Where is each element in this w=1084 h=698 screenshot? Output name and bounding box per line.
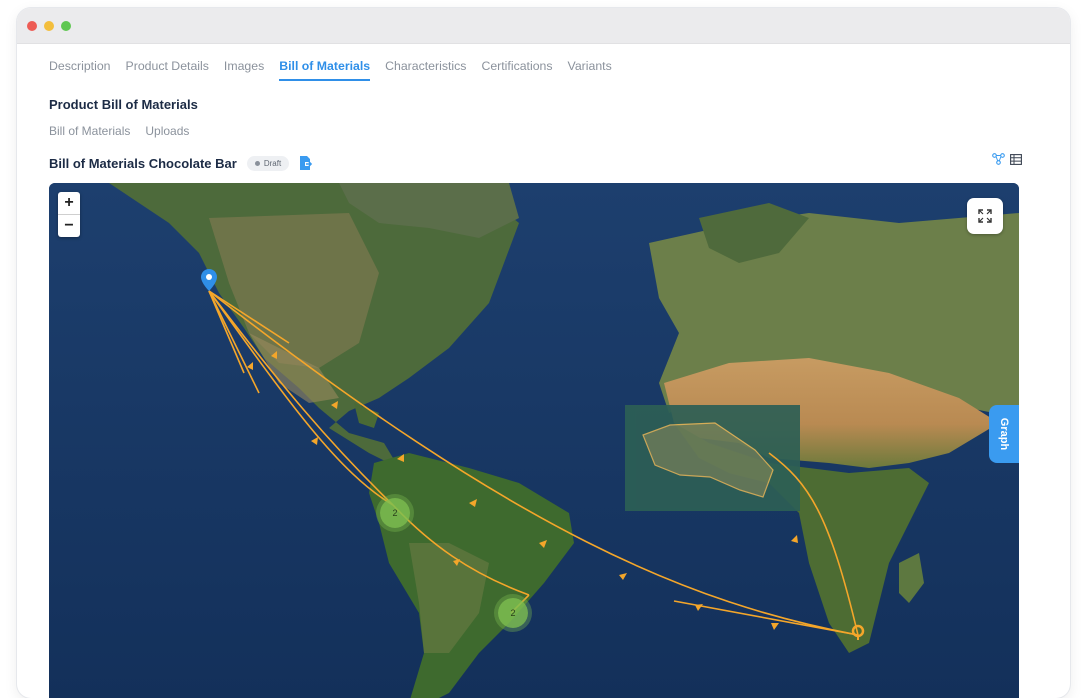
section-title: Product Bill of Materials	[49, 97, 198, 112]
bom-header: Bill of Materials Chocolate Bar Draft	[49, 152, 313, 174]
route-line-3	[673, 600, 859, 636]
route-arrow	[453, 559, 460, 566]
route-arrow	[791, 535, 798, 543]
route-line-5	[208, 290, 394, 506]
zoom-in-button[interactable]: +	[58, 192, 80, 214]
route-line-7	[392, 504, 530, 596]
route-arrow	[271, 351, 277, 359]
origin-marker-icon[interactable]	[201, 269, 217, 291]
close-window-button[interactable]	[27, 20, 37, 31]
tab-product-details[interactable]: Product Details	[126, 59, 209, 81]
status-dot-icon	[254, 160, 260, 166]
route-arrow	[397, 454, 404, 462]
cluster-count: 2	[392, 508, 398, 518]
tab-bill-of-materials[interactable]: Bill of Materials	[279, 59, 370, 81]
tab-description[interactable]: Description	[49, 59, 111, 81]
tab-variants[interactable]: Variants	[568, 59, 612, 81]
tab-certifications[interactable]: Certifications	[481, 59, 552, 81]
subtab-bill-of-materials[interactable]: Bill of Materials	[49, 124, 130, 138]
route-arrow	[619, 573, 627, 580]
subtab-uploads[interactable]: Uploads	[145, 124, 189, 138]
tab-images[interactable]: Images	[224, 59, 264, 81]
route-arrow	[469, 499, 477, 507]
page-content: Description Product Details Images Bill …	[17, 43, 1070, 698]
view-toggle	[992, 153, 1022, 165]
supply-routes-layer	[201, 269, 865, 640]
tab-characteristics[interactable]: Characteristics	[385, 59, 466, 81]
sub-tabs: Bill of Materials Uploads	[49, 124, 189, 138]
graph-view-icon[interactable]	[992, 153, 1005, 165]
minimize-window-button[interactable]	[44, 20, 54, 31]
fullscreen-button[interactable]	[967, 198, 1003, 234]
route-line-2	[768, 452, 859, 636]
table-view-icon[interactable]	[1010, 153, 1022, 165]
product-tabs: Description Product Details Images Bill …	[49, 59, 627, 81]
route-arrow	[539, 540, 547, 548]
location-cluster[interactable]: 2	[498, 598, 528, 628]
route-line-1	[208, 290, 859, 636]
route-line-6	[208, 290, 394, 506]
file-export-icon[interactable]	[299, 155, 313, 171]
maximize-window-button[interactable]	[61, 20, 71, 31]
location-cluster[interactable]: 2	[380, 498, 410, 528]
route-arrow	[771, 623, 779, 630]
route-arrow	[311, 437, 318, 445]
bom-title: Bill of Materials Chocolate Bar	[49, 155, 237, 171]
zoom-controls: + −	[58, 192, 80, 237]
app-window: Description Product Details Images Bill …	[17, 8, 1070, 698]
zoom-out-button[interactable]: −	[58, 214, 80, 237]
graph-panel-toggle[interactable]: Graph	[989, 405, 1019, 463]
route-arrow	[331, 401, 338, 409]
supply-chain-map[interactable]: 2 2 + − Graph	[49, 183, 1019, 698]
route-lines	[208, 290, 859, 636]
status-badge: Draft	[246, 155, 290, 171]
graph-tab-label: Graph	[998, 417, 1010, 451]
route-arrow	[695, 604, 703, 611]
status-label: Draft	[263, 158, 282, 168]
route-arrows	[247, 351, 798, 630]
cluster-count: 2	[510, 608, 516, 618]
window-titlebar	[17, 8, 1070, 44]
expand-icon	[978, 209, 992, 223]
